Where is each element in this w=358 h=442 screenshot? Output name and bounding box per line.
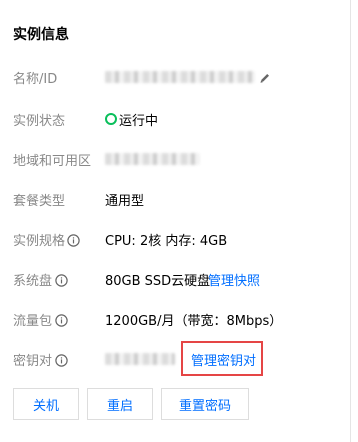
row-traffic: 流量包 1200GB/月（带宽：8Mbps） [0, 307, 350, 331]
label-name-id: 名称/ID [13, 72, 58, 87]
row-name-id: 名称/ID [0, 65, 350, 89]
package-value: 通用型 [105, 194, 145, 209]
highlight-box [181, 341, 263, 376]
redacted-keypair [105, 353, 175, 365]
reset-password-button[interactable]: 重置密码 [161, 388, 249, 420]
shutdown-button[interactable]: 关机 [13, 388, 79, 420]
row-spec: 实例规格 CPU: 2核 内存: 4GB [0, 227, 350, 251]
redacted-region [105, 153, 200, 165]
redacted-name-id [105, 71, 255, 83]
label-keypair: 密钥对 [13, 354, 53, 369]
row-region: 地域和可用区 [0, 147, 350, 171]
label-traffic: 流量包 [13, 314, 53, 329]
restart-button[interactable]: 重启 [87, 388, 153, 420]
row-keypair: 密钥对 管理密钥对 [0, 347, 350, 371]
label-status: 实例状态 [13, 114, 66, 129]
label-spec: 实例规格 [13, 234, 66, 249]
info-circle-icon[interactable] [67, 232, 80, 247]
status-value: 运行中 [119, 114, 159, 129]
label-disk: 系统盘 [13, 274, 53, 289]
info-circle-icon[interactable] [55, 312, 68, 327]
disk-value: 80GB SSD云硬盘 [105, 274, 211, 289]
status-ring-icon [105, 113, 117, 125]
label-package: 套餐类型 [13, 194, 66, 209]
instance-info-panel: 实例信息 名称/ID 实例状态 运行中 地域和可用区 套餐类型 通用型 实例规格 [0, 0, 350, 442]
row-disk: 系统盘 80GB SSD云硬盘 管理快照 [0, 267, 350, 291]
pencil-icon[interactable] [259, 69, 271, 83]
spec-value: CPU: 2核 内存: 4GB [105, 234, 228, 249]
row-package: 套餐类型 通用型 [0, 187, 350, 211]
traffic-value: 1200GB/月（带宽：8Mbps） [105, 314, 283, 329]
section-title: 实例信息 [13, 27, 69, 43]
label-region: 地域和可用区 [13, 154, 92, 169]
manage-snapshot-link[interactable]: 管理快照 [208, 270, 260, 289]
panel-divider [350, 0, 351, 442]
info-circle-icon[interactable] [55, 352, 68, 367]
info-circle-icon[interactable] [55, 272, 68, 287]
row-status: 实例状态 运行中 [0, 107, 350, 131]
